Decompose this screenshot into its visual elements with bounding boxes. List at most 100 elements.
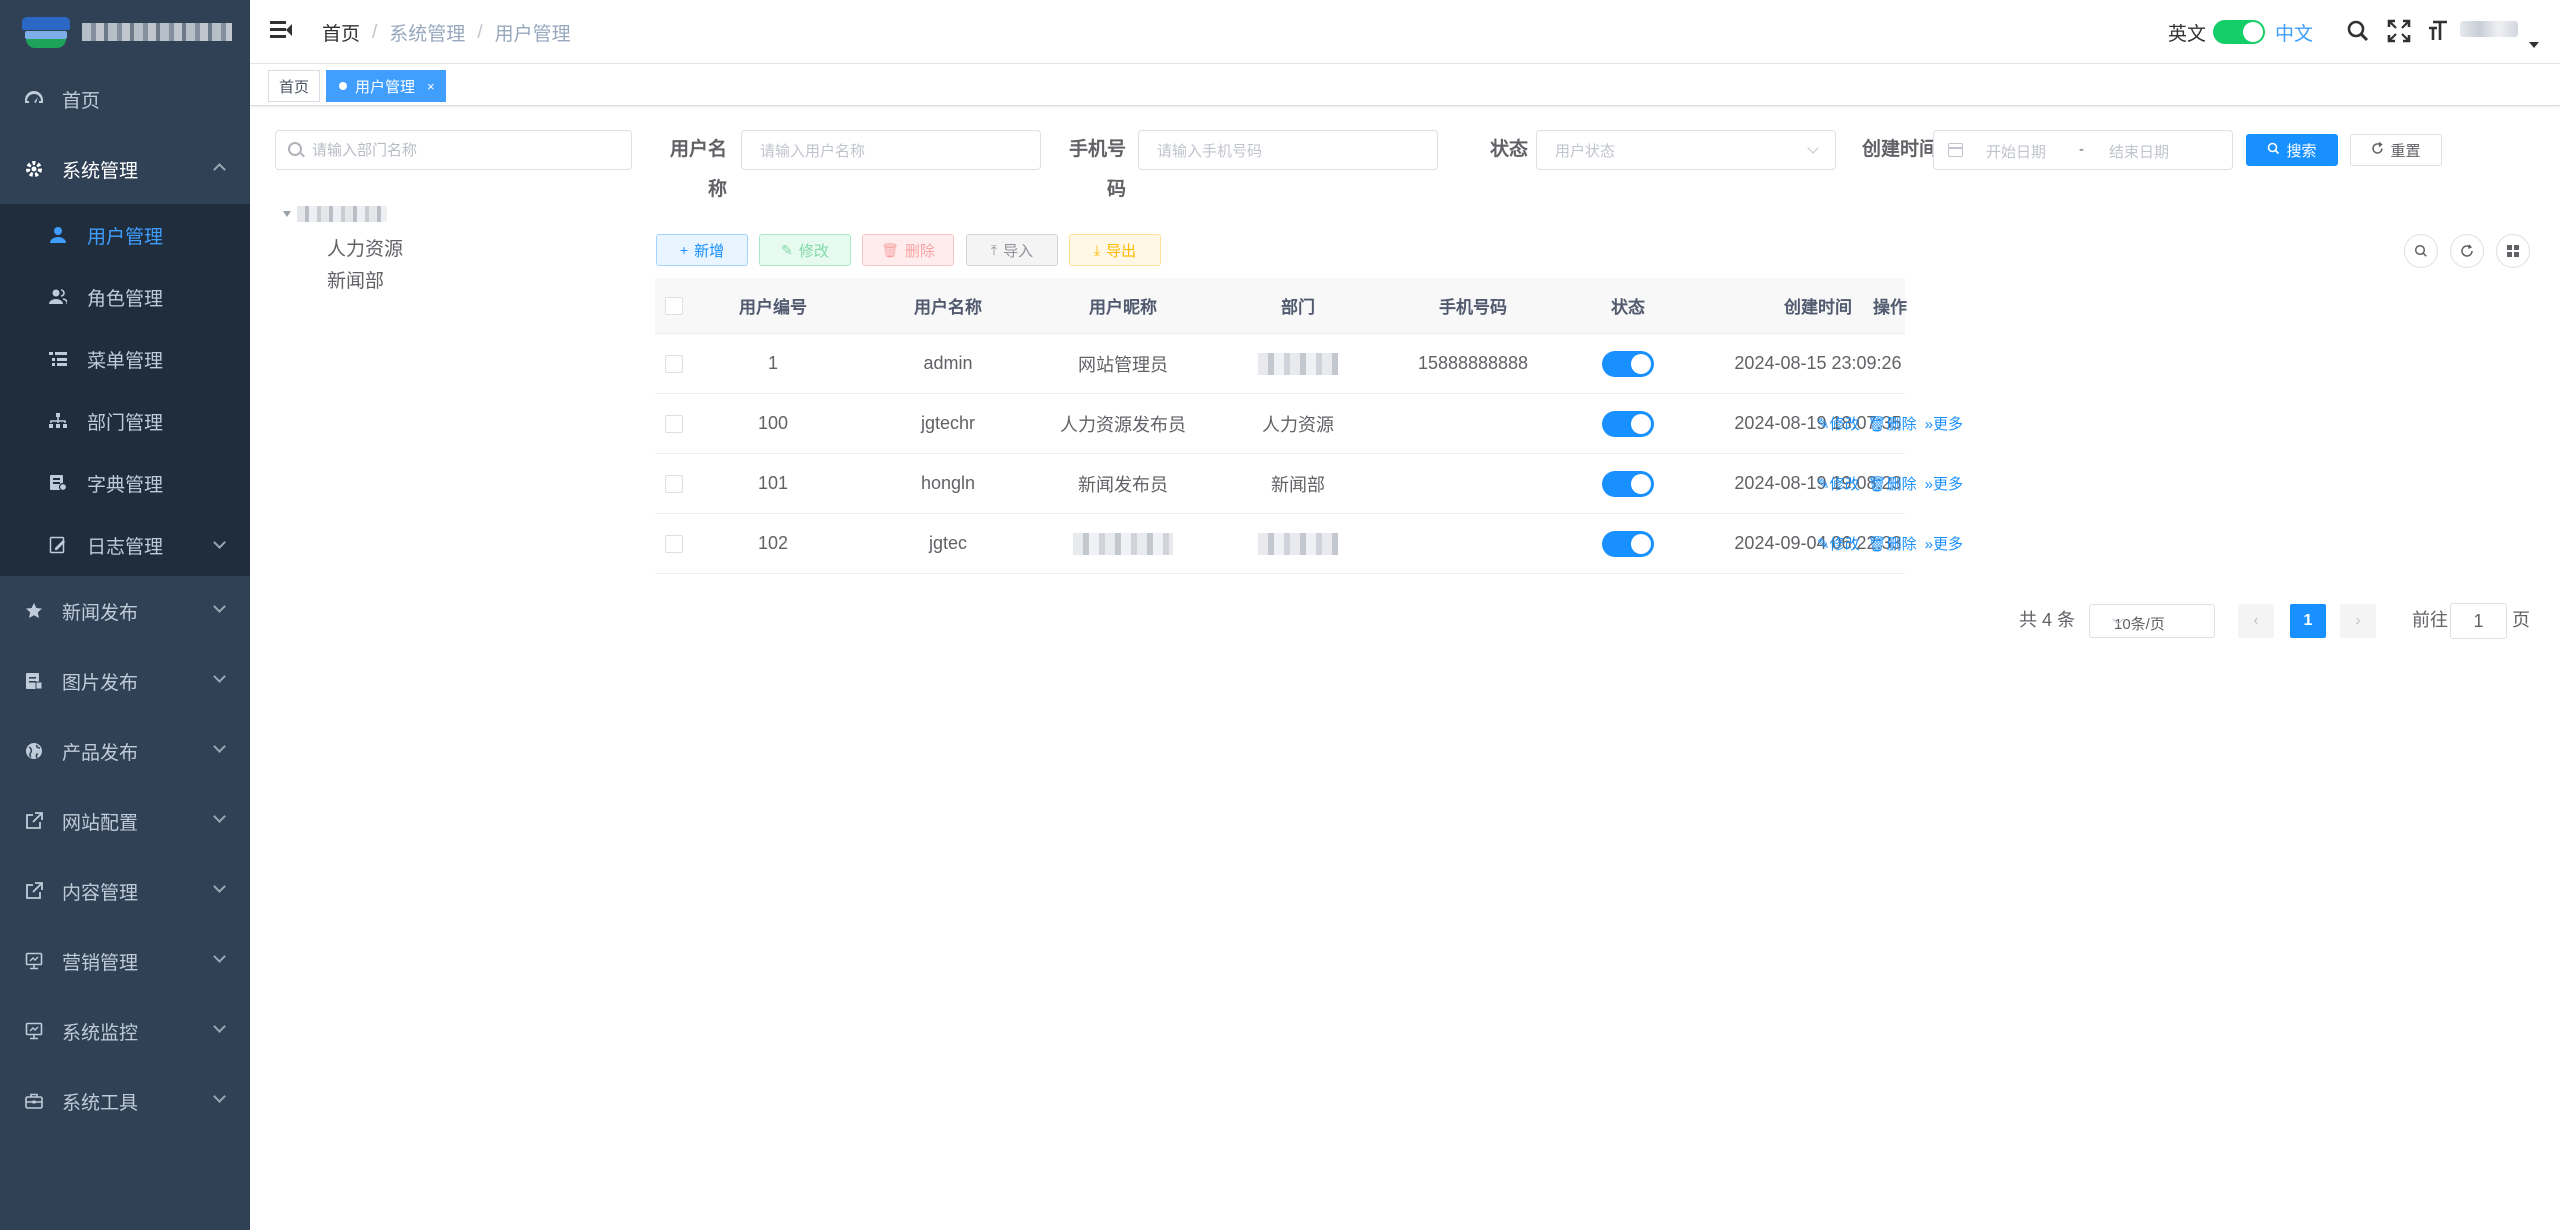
- table-row: 1 admin 网站管理员 15888888888 2024-08-15 23:…: [655, 334, 1905, 394]
- breadcrumb-home[interactable]: 首页: [322, 19, 360, 46]
- page-size-select[interactable]: 10条/页: [2089, 604, 2215, 638]
- tree-node-hr[interactable]: 人力资源: [327, 234, 403, 261]
- import-button[interactable]: ⤒ 导入: [966, 234, 1058, 266]
- export-button[interactable]: ⤓ 导出: [1069, 234, 1161, 266]
- sidebar-item-news[interactable]: 新闻发布: [0, 576, 250, 646]
- date-range-picker[interactable]: 开始日期 - 结束日期: [1933, 130, 2233, 170]
- status-label: 状态: [1489, 139, 1528, 160]
- row-checkbox[interactable]: [665, 534, 683, 553]
- username-input[interactable]: [741, 130, 1041, 170]
- logo[interactable]: [0, 0, 250, 64]
- search-button[interactable]: 搜索: [2246, 134, 2338, 166]
- page-number-current[interactable]: 1: [2290, 604, 2326, 638]
- grid-icon: [2507, 245, 2519, 257]
- phone-input[interactable]: [1138, 130, 1438, 170]
- sidebar-item-monitor[interactable]: 系统监控: [0, 996, 250, 1066]
- add-button[interactable]: + 新增: [656, 234, 748, 266]
- status-switch[interactable]: [1602, 530, 1654, 557]
- toggle-search-button[interactable]: [2404, 234, 2438, 268]
- dept-search-field[interactable]: [312, 139, 612, 161]
- monitor-icon: [24, 1021, 44, 1041]
- delete-button[interactable]: 🗑 删除: [862, 234, 954, 266]
- chevron-down-icon: [213, 536, 226, 549]
- user-icon: [48, 225, 68, 245]
- tree-root-node[interactable]: [283, 202, 387, 226]
- table-header: 用户编号 用户名称 用户昵称 部门 手机号码 状态 创建时间 操作: [655, 278, 1907, 334]
- sidebar-item-marketing[interactable]: 营销管理: [0, 926, 250, 996]
- plus-icon: +: [679, 242, 689, 258]
- language-toggle[interactable]: [2213, 20, 2265, 44]
- status-select[interactable]: [1536, 130, 1836, 170]
- status-switch[interactable]: [1602, 470, 1654, 497]
- row-checkbox[interactable]: [665, 414, 683, 433]
- search-icon: [288, 142, 302, 156]
- globe-icon: [24, 741, 44, 761]
- sidebar-item-content[interactable]: 内容管理: [0, 856, 250, 926]
- sidebar-item-images[interactable]: 图片发布: [0, 646, 250, 716]
- tree-root-label-redacted: [297, 206, 387, 222]
- row-edit-link[interactable]: ✎修改: [1817, 533, 1860, 554]
- row-edit-link[interactable]: ✎修改: [1817, 413, 1860, 434]
- sidebar-item-menus[interactable]: 菜单管理: [0, 328, 250, 390]
- reset-button[interactable]: 重置: [2350, 134, 2442, 166]
- row-more-link[interactable]: »更多: [1925, 533, 1963, 554]
- sidebar-item-products[interactable]: 产品发布: [0, 716, 250, 786]
- select-all-checkbox[interactable]: [665, 296, 683, 315]
- fullscreen-icon[interactable]: [2386, 18, 2412, 44]
- status-switch[interactable]: [1602, 410, 1654, 437]
- row-delete-link[interactable]: 🗑删除: [1868, 413, 1917, 434]
- username-label: 用户名称: [669, 139, 727, 200]
- sidebar-item-dictionary[interactable]: 字典管理: [0, 452, 250, 514]
- tag-home[interactable]: 首页: [268, 70, 321, 102]
- col-department: 部门: [1281, 298, 1315, 317]
- breadcrumb-system: 系统管理: [389, 24, 466, 45]
- system-submenu: 用户管理 角色管理 菜单管理 部门管理 字典管理 日志管理: [0, 204, 250, 576]
- row-delete-link[interactable]: 🗑删除: [1868, 533, 1917, 554]
- sidebar-item-home[interactable]: 首页: [0, 64, 250, 134]
- goto-suffix: 页: [2512, 610, 2530, 630]
- phone-field[interactable]: [1157, 140, 1396, 162]
- date-start-placeholder[interactable]: 开始日期: [1986, 141, 2046, 162]
- caret-down-icon[interactable]: [2529, 42, 2539, 48]
- search-icon[interactable]: [2345, 18, 2371, 44]
- sidebar-item-site-config[interactable]: 网站配置: [0, 786, 250, 856]
- row-checkbox[interactable]: [665, 474, 683, 493]
- status-field[interactable]: [1555, 140, 1794, 162]
- external-link-icon: [24, 881, 44, 901]
- tree-node-news[interactable]: 新闻部: [327, 266, 384, 293]
- col-status: 状态: [1611, 298, 1645, 317]
- chevron-up-icon: [213, 163, 226, 176]
- edit-button[interactable]: ✎ 修改: [759, 234, 851, 266]
- table-row: 101 hongln 新闻发布员 新闻部 2024-08-19 19:08:23…: [655, 454, 1963, 514]
- col-actions: 操作: [1873, 298, 1907, 317]
- sidebar-item-tools[interactable]: 系统工具: [0, 1066, 250, 1136]
- refresh-button[interactable]: [2450, 234, 2484, 268]
- sidebar-item-logs[interactable]: 日志管理: [0, 514, 250, 576]
- caret-down-icon[interactable]: [283, 211, 291, 217]
- chevron-down-icon: [213, 1020, 226, 1033]
- avatar[interactable]: [2460, 21, 2518, 37]
- dept-tree: 人力资源 新闻部: [283, 202, 403, 292]
- sidebar-item-system[interactable]: 系统管理: [0, 134, 250, 204]
- row-more-link[interactable]: »更多: [1925, 473, 1963, 494]
- font-size-icon[interactable]: [2426, 18, 2452, 44]
- row-more-link[interactable]: »更多: [1925, 413, 1963, 434]
- columns-button[interactable]: [2496, 234, 2530, 268]
- prev-page-button[interactable]: ‹: [2238, 604, 2274, 638]
- dept-search-input[interactable]: [275, 130, 632, 170]
- sidebar-item-users[interactable]: 用户管理: [0, 204, 250, 266]
- tag-user-management[interactable]: 用户管理 ×: [326, 70, 446, 102]
- row-delete-link[interactable]: 🗑删除: [1868, 473, 1917, 494]
- row-edit-link[interactable]: ✎修改: [1817, 473, 1860, 494]
- next-page-button[interactable]: ›: [2340, 604, 2376, 638]
- sidebar-item-departments[interactable]: 部门管理: [0, 390, 250, 452]
- search-icon: [2267, 142, 2280, 158]
- hamburger-icon[interactable]: [270, 20, 292, 40]
- close-icon[interactable]: ×: [427, 79, 435, 94]
- row-checkbox[interactable]: [665, 354, 683, 373]
- sidebar-item-roles[interactable]: 角色管理: [0, 266, 250, 328]
- status-switch[interactable]: [1602, 350, 1654, 377]
- username-field[interactable]: [760, 140, 999, 162]
- date-end-placeholder[interactable]: 结束日期: [2109, 141, 2169, 162]
- goto-page-input[interactable]: 1: [2450, 603, 2507, 639]
